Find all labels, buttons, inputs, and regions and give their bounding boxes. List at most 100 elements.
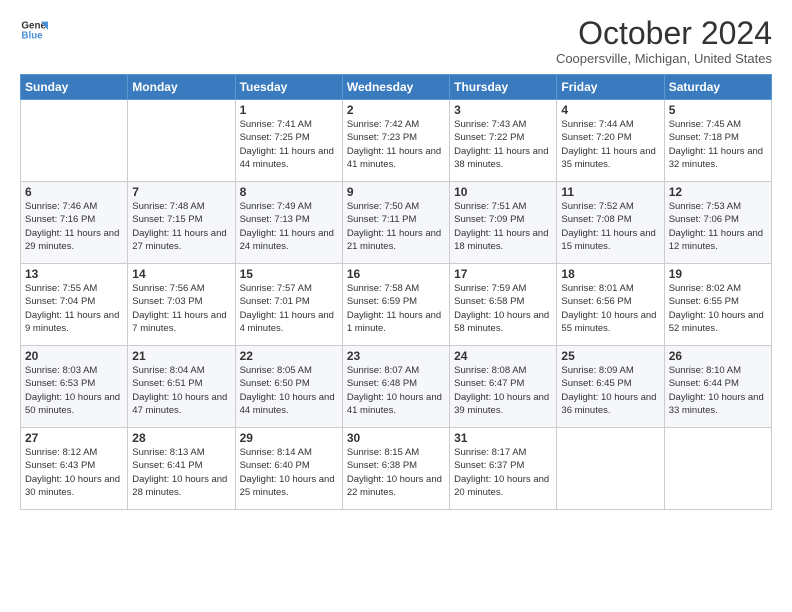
month-title: October 2024 — [556, 16, 772, 51]
calendar-cell: 7Sunrise: 7:48 AMSunset: 7:15 PMDaylight… — [128, 182, 235, 264]
calendar-cell: 3Sunrise: 7:43 AMSunset: 7:22 PMDaylight… — [450, 100, 557, 182]
header-thursday: Thursday — [450, 75, 557, 100]
calendar: SundayMondayTuesdayWednesdayThursdayFrid… — [20, 74, 772, 510]
day-number: 6 — [25, 185, 123, 199]
day-number: 11 — [561, 185, 659, 199]
day-info: Sunrise: 8:01 AMSunset: 6:56 PMDaylight:… — [561, 282, 659, 335]
calendar-cell: 25Sunrise: 8:09 AMSunset: 6:45 PMDayligh… — [557, 346, 664, 428]
day-info: Sunrise: 8:15 AMSunset: 6:38 PMDaylight:… — [347, 446, 445, 499]
day-info: Sunrise: 7:45 AMSunset: 7:18 PMDaylight:… — [669, 118, 767, 171]
day-number: 19 — [669, 267, 767, 281]
day-info: Sunrise: 7:52 AMSunset: 7:08 PMDaylight:… — [561, 200, 659, 253]
day-info: Sunrise: 7:51 AMSunset: 7:09 PMDaylight:… — [454, 200, 552, 253]
day-number: 13 — [25, 267, 123, 281]
calendar-cell: 10Sunrise: 7:51 AMSunset: 7:09 PMDayligh… — [450, 182, 557, 264]
day-info: Sunrise: 8:07 AMSunset: 6:48 PMDaylight:… — [347, 364, 445, 417]
calendar-cell: 12Sunrise: 7:53 AMSunset: 7:06 PMDayligh… — [664, 182, 771, 264]
header-monday: Monday — [128, 75, 235, 100]
calendar-cell: 24Sunrise: 8:08 AMSunset: 6:47 PMDayligh… — [450, 346, 557, 428]
calendar-cell: 11Sunrise: 7:52 AMSunset: 7:08 PMDayligh… — [557, 182, 664, 264]
day-number: 8 — [240, 185, 338, 199]
day-info: Sunrise: 7:43 AMSunset: 7:22 PMDaylight:… — [454, 118, 552, 171]
day-info: Sunrise: 8:17 AMSunset: 6:37 PMDaylight:… — [454, 446, 552, 499]
day-number: 25 — [561, 349, 659, 363]
day-number: 24 — [454, 349, 552, 363]
day-number: 20 — [25, 349, 123, 363]
day-number: 31 — [454, 431, 552, 445]
calendar-cell: 29Sunrise: 8:14 AMSunset: 6:40 PMDayligh… — [235, 428, 342, 510]
day-info: Sunrise: 7:56 AMSunset: 7:03 PMDaylight:… — [132, 282, 230, 335]
calendar-cell: 15Sunrise: 7:57 AMSunset: 7:01 PMDayligh… — [235, 264, 342, 346]
day-number: 27 — [25, 431, 123, 445]
day-info: Sunrise: 7:48 AMSunset: 7:15 PMDaylight:… — [132, 200, 230, 253]
day-info: Sunrise: 7:42 AMSunset: 7:23 PMDaylight:… — [347, 118, 445, 171]
day-info: Sunrise: 8:03 AMSunset: 6:53 PMDaylight:… — [25, 364, 123, 417]
calendar-cell: 19Sunrise: 8:02 AMSunset: 6:55 PMDayligh… — [664, 264, 771, 346]
calendar-cell: 13Sunrise: 7:55 AMSunset: 7:04 PMDayligh… — [21, 264, 128, 346]
day-info: Sunrise: 8:08 AMSunset: 6:47 PMDaylight:… — [454, 364, 552, 417]
day-number: 29 — [240, 431, 338, 445]
calendar-cell: 4Sunrise: 7:44 AMSunset: 7:20 PMDaylight… — [557, 100, 664, 182]
calendar-cell — [21, 100, 128, 182]
day-info: Sunrise: 7:44 AMSunset: 7:20 PMDaylight:… — [561, 118, 659, 171]
day-info: Sunrise: 8:10 AMSunset: 6:44 PMDaylight:… — [669, 364, 767, 417]
calendar-cell: 21Sunrise: 8:04 AMSunset: 6:51 PMDayligh… — [128, 346, 235, 428]
day-number: 14 — [132, 267, 230, 281]
calendar-cell: 8Sunrise: 7:49 AMSunset: 7:13 PMDaylight… — [235, 182, 342, 264]
day-number: 4 — [561, 103, 659, 117]
calendar-cell: 6Sunrise: 7:46 AMSunset: 7:16 PMDaylight… — [21, 182, 128, 264]
calendar-header-row: SundayMondayTuesdayWednesdayThursdayFrid… — [21, 75, 772, 100]
header-friday: Friday — [557, 75, 664, 100]
calendar-cell: 26Sunrise: 8:10 AMSunset: 6:44 PMDayligh… — [664, 346, 771, 428]
calendar-cell — [128, 100, 235, 182]
header-saturday: Saturday — [664, 75, 771, 100]
day-info: Sunrise: 8:13 AMSunset: 6:41 PMDaylight:… — [132, 446, 230, 499]
day-number: 15 — [240, 267, 338, 281]
day-number: 1 — [240, 103, 338, 117]
day-info: Sunrise: 8:02 AMSunset: 6:55 PMDaylight:… — [669, 282, 767, 335]
day-number: 26 — [669, 349, 767, 363]
calendar-cell — [664, 428, 771, 510]
calendar-cell: 30Sunrise: 8:15 AMSunset: 6:38 PMDayligh… — [342, 428, 449, 510]
day-info: Sunrise: 8:05 AMSunset: 6:50 PMDaylight:… — [240, 364, 338, 417]
day-info: Sunrise: 8:04 AMSunset: 6:51 PMDaylight:… — [132, 364, 230, 417]
calendar-cell: 5Sunrise: 7:45 AMSunset: 7:18 PMDaylight… — [664, 100, 771, 182]
calendar-cell: 1Sunrise: 7:41 AMSunset: 7:25 PMDaylight… — [235, 100, 342, 182]
day-info: Sunrise: 7:49 AMSunset: 7:13 PMDaylight:… — [240, 200, 338, 253]
day-number: 2 — [347, 103, 445, 117]
calendar-week-4: 20Sunrise: 8:03 AMSunset: 6:53 PMDayligh… — [21, 346, 772, 428]
calendar-week-2: 6Sunrise: 7:46 AMSunset: 7:16 PMDaylight… — [21, 182, 772, 264]
calendar-cell: 28Sunrise: 8:13 AMSunset: 6:41 PMDayligh… — [128, 428, 235, 510]
day-info: Sunrise: 7:58 AMSunset: 6:59 PMDaylight:… — [347, 282, 445, 335]
day-number: 12 — [669, 185, 767, 199]
day-number: 16 — [347, 267, 445, 281]
day-info: Sunrise: 7:55 AMSunset: 7:04 PMDaylight:… — [25, 282, 123, 335]
day-number: 5 — [669, 103, 767, 117]
day-info: Sunrise: 7:53 AMSunset: 7:06 PMDaylight:… — [669, 200, 767, 253]
day-number: 21 — [132, 349, 230, 363]
day-number: 10 — [454, 185, 552, 199]
day-info: Sunrise: 7:59 AMSunset: 6:58 PMDaylight:… — [454, 282, 552, 335]
calendar-week-5: 27Sunrise: 8:12 AMSunset: 6:43 PMDayligh… — [21, 428, 772, 510]
calendar-cell: 16Sunrise: 7:58 AMSunset: 6:59 PMDayligh… — [342, 264, 449, 346]
logo-icon: General Blue — [20, 16, 48, 44]
day-info: Sunrise: 8:12 AMSunset: 6:43 PMDaylight:… — [25, 446, 123, 499]
calendar-cell: 14Sunrise: 7:56 AMSunset: 7:03 PMDayligh… — [128, 264, 235, 346]
day-number: 18 — [561, 267, 659, 281]
svg-text:Blue: Blue — [21, 30, 43, 41]
calendar-cell — [557, 428, 664, 510]
header-tuesday: Tuesday — [235, 75, 342, 100]
day-number: 7 — [132, 185, 230, 199]
day-info: Sunrise: 7:46 AMSunset: 7:16 PMDaylight:… — [25, 200, 123, 253]
calendar-cell: 31Sunrise: 8:17 AMSunset: 6:37 PMDayligh… — [450, 428, 557, 510]
day-number: 28 — [132, 431, 230, 445]
page-header: General Blue October 2024 Coopersville, … — [20, 16, 772, 66]
header-wednesday: Wednesday — [342, 75, 449, 100]
calendar-cell: 9Sunrise: 7:50 AMSunset: 7:11 PMDaylight… — [342, 182, 449, 264]
day-number: 22 — [240, 349, 338, 363]
calendar-cell: 18Sunrise: 8:01 AMSunset: 6:56 PMDayligh… — [557, 264, 664, 346]
calendar-week-3: 13Sunrise: 7:55 AMSunset: 7:04 PMDayligh… — [21, 264, 772, 346]
location: Coopersville, Michigan, United States — [556, 51, 772, 66]
calendar-cell: 22Sunrise: 8:05 AMSunset: 6:50 PMDayligh… — [235, 346, 342, 428]
calendar-week-1: 1Sunrise: 7:41 AMSunset: 7:25 PMDaylight… — [21, 100, 772, 182]
